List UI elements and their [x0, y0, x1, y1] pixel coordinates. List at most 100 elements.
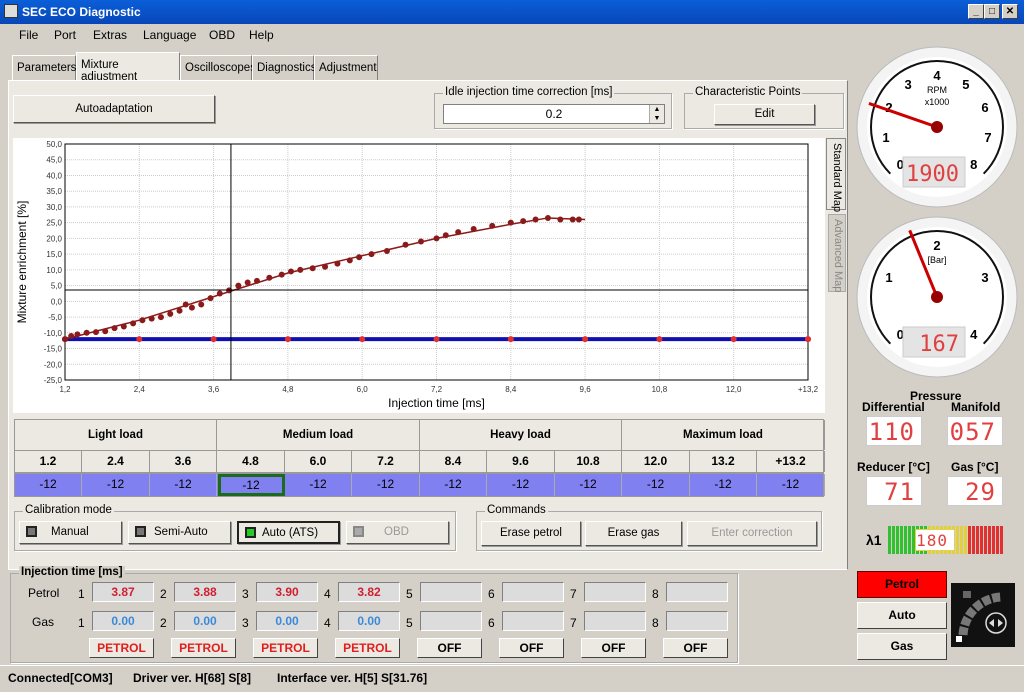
load-group-header: Maximum load — [623, 420, 825, 450]
menu-extras[interactable]: Extras — [93, 28, 127, 42]
menu-language[interactable]: Language — [143, 28, 196, 42]
lambda-segment — [964, 526, 967, 554]
mixture-chart[interactable]: 50,0 45,0 40,0 35,0 30,0 25,0 20,0 15,0 10,0 5,0 0… — [13, 138, 825, 413]
channel-number: 8 — [652, 587, 659, 601]
minimize-button[interactable]: _ — [968, 4, 984, 19]
lambda-segment — [996, 526, 999, 554]
semi-auto-mode-button[interactable]: Semi-Auto — [128, 521, 231, 544]
erase-petrol-button[interactable]: Erase petrol — [481, 521, 581, 546]
lambda-segment — [896, 526, 899, 554]
map-column-header: 3.6 — [150, 451, 217, 472]
menu-obd[interactable]: OBD — [209, 28, 235, 42]
cylinder-status-button[interactable]: PETROL — [253, 638, 318, 658]
measured-point — [368, 251, 375, 258]
map-value-cell[interactable]: -12 — [690, 474, 757, 496]
petrol-button[interactable]: Petrol — [857, 571, 947, 598]
petrol-injection-time — [584, 582, 646, 602]
map-column-header: 8.4 — [420, 451, 487, 472]
measured-point — [489, 222, 496, 229]
gauge-hub — [931, 291, 943, 303]
idle-correction-input[interactable]: 0.2 — [443, 104, 665, 124]
cylinder-status-button[interactable]: PETROL — [171, 638, 236, 658]
gas-injection-time — [584, 611, 646, 631]
manual-mode-button[interactable]: Manual — [19, 521, 122, 544]
erase-gas-button[interactable]: Erase gas — [585, 521, 682, 546]
tab-mixture-adjustment[interactable]: Mixture adjustment — [76, 52, 180, 83]
gauge-tick-label: 6 — [981, 100, 988, 115]
tab-diagnostics[interactable]: Diagnostics — [252, 55, 316, 81]
map-value-cell[interactable]: -12 — [623, 474, 690, 496]
y-tick-label: 45,0 — [46, 156, 62, 165]
map-column-header: 6.0 — [285, 451, 352, 472]
measured-point — [176, 307, 183, 314]
tab-parameters[interactable]: Parameters — [12, 55, 76, 81]
x-tick-label: 7,2 — [431, 385, 443, 394]
map-value-cell[interactable]: -12 — [758, 474, 825, 496]
tab-oscilloscopes[interactable]: Oscilloscopes — [180, 55, 256, 81]
lambda-segment — [900, 526, 903, 554]
measured-point — [278, 271, 285, 278]
auto-ats-mode-button[interactable]: Auto (ATS) — [237, 521, 340, 544]
map-value-cell[interactable]: -12 — [217, 474, 285, 496]
close-button[interactable]: ✕ — [1002, 4, 1018, 19]
y-tick-label: 25,0 — [46, 219, 62, 228]
spinner-arrows-icon[interactable]: ▲ ▼ — [649, 105, 664, 123]
gas-temp-display: 29 — [947, 476, 1003, 506]
measured-point — [198, 301, 205, 308]
x-tick-label: 12,0 — [726, 385, 742, 394]
cylinder-status-button[interactable]: OFF — [499, 638, 564, 658]
lambda-display: 180 — [915, 529, 955, 551]
tab-standard-map[interactable]: Standard Map — [826, 138, 846, 212]
menu-port[interactable]: Port — [54, 28, 76, 42]
map-value-cell[interactable]: -12 — [555, 474, 622, 496]
map-value-cell[interactable]: -12 — [488, 474, 555, 496]
y-axis-label: Mixture enrichment [%] — [15, 201, 29, 324]
enter-correction-button[interactable]: Enter correction — [687, 521, 817, 546]
measured-point — [62, 336, 68, 343]
channel-number: 6 — [488, 587, 495, 601]
map-value-cell[interactable]: -12 — [353, 474, 420, 496]
obd-mode-button[interactable]: OBD — [346, 521, 449, 544]
measured-point — [111, 325, 118, 332]
gas-button[interactable]: Gas — [857, 633, 947, 660]
menu-file[interactable]: File — [19, 28, 38, 42]
map-value-cell[interactable]: -12 — [420, 474, 487, 496]
measured-point — [102, 328, 109, 335]
cylinder-status-button[interactable]: OFF — [581, 638, 646, 658]
semi-auto-label: Semi-Auto — [154, 526, 208, 538]
cylinder-status-button[interactable]: OFF — [663, 638, 728, 658]
tab-adjustment[interactable]: Adjustment — [314, 55, 378, 81]
gauge-display: 1900 — [906, 162, 959, 187]
edit-button[interactable]: Edit — [714, 104, 815, 125]
lambda-segment — [984, 526, 987, 554]
switch-panel-icon[interactable] — [951, 583, 1015, 647]
map-value-cell[interactable]: -12 — [83, 474, 150, 496]
auto-button[interactable]: Auto — [857, 602, 947, 629]
measured-point — [418, 238, 425, 245]
measured-point — [167, 310, 174, 317]
measured-point — [442, 232, 449, 239]
map-point — [433, 336, 440, 343]
lambda-segment — [972, 526, 975, 554]
x-tick-label: 8,4 — [505, 385, 517, 394]
map-value-cell[interactable]: -12 — [15, 474, 82, 496]
menu-help[interactable]: Help — [249, 28, 274, 42]
app-icon — [4, 4, 18, 18]
load-group-header: Heavy load — [420, 420, 622, 450]
autoadaptation-button[interactable]: Autoadaptation — [13, 95, 215, 123]
tab-advanced-map[interactable]: Advanced Map — [828, 214, 846, 292]
map-column-header: 9.6 — [488, 451, 555, 472]
map-column-header: 4.8 — [218, 451, 285, 472]
x-axis-label: Injection time [ms] — [388, 396, 485, 410]
cylinder-status-button[interactable]: PETROL — [335, 638, 400, 658]
petrol-injection-time: 3.90 — [256, 582, 318, 602]
measured-point — [207, 295, 214, 302]
map-value-cell[interactable]: -12 — [285, 474, 352, 496]
gauge-display: 167 — [919, 332, 959, 357]
map-value-cell[interactable]: -12 — [150, 474, 217, 496]
cylinder-status-button[interactable]: PETROL — [89, 638, 154, 658]
cylinder-status-button[interactable]: OFF — [417, 638, 482, 658]
maximize-button[interactable]: □ — [984, 4, 1000, 19]
petrol-injection-time — [666, 582, 728, 602]
advanced-map-label: Advanced Map — [832, 219, 844, 293]
